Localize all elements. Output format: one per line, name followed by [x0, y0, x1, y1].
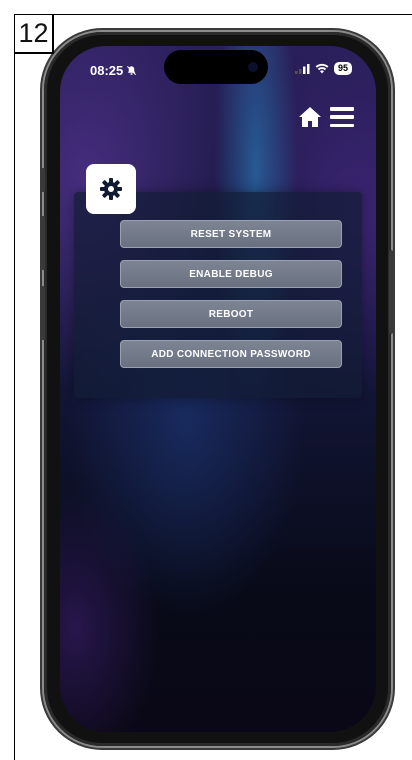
status-bar-indicators: 95 — [294, 62, 352, 75]
settings-panel: RESET SYSTEM ENABLE DEBUG REBOOT ADD CON… — [74, 192, 362, 398]
top-nav — [298, 106, 354, 128]
volume-up-button — [41, 216, 45, 270]
status-bar-time: 08:25 — [90, 63, 137, 78]
settings-badge — [86, 164, 136, 214]
action-button — [41, 168, 45, 192]
figure-frame-top — [14, 14, 412, 15]
add-connection-password-button[interactable]: ADD CONNECTION PASSWORD — [120, 340, 342, 368]
battery-indicator: 95 — [333, 62, 352, 75]
figure-frame-left — [14, 14, 15, 760]
reset-system-button[interactable]: RESET SYSTEM — [120, 220, 342, 248]
camera-lens — [248, 62, 258, 72]
time-text: 08:25 — [90, 63, 124, 78]
enable-debug-button[interactable]: ENABLE DEBUG — [120, 260, 342, 288]
gear-icon — [100, 178, 122, 200]
reboot-button[interactable]: REBOOT — [120, 300, 342, 328]
signal-icon — [294, 63, 310, 74]
home-icon[interactable] — [298, 106, 322, 128]
power-button — [389, 250, 393, 334]
volume-down-button — [41, 286, 45, 340]
phone-screen: 08:25 95 RESET SYSTEM ENABLE DEBUG REBOO… — [60, 46, 376, 732]
wifi-icon — [315, 63, 329, 74]
hamburger-menu-icon[interactable] — [330, 107, 354, 127]
dynamic-island — [164, 50, 268, 84]
bell-slash-icon — [127, 65, 137, 76]
step-number: 12 — [14, 14, 54, 54]
